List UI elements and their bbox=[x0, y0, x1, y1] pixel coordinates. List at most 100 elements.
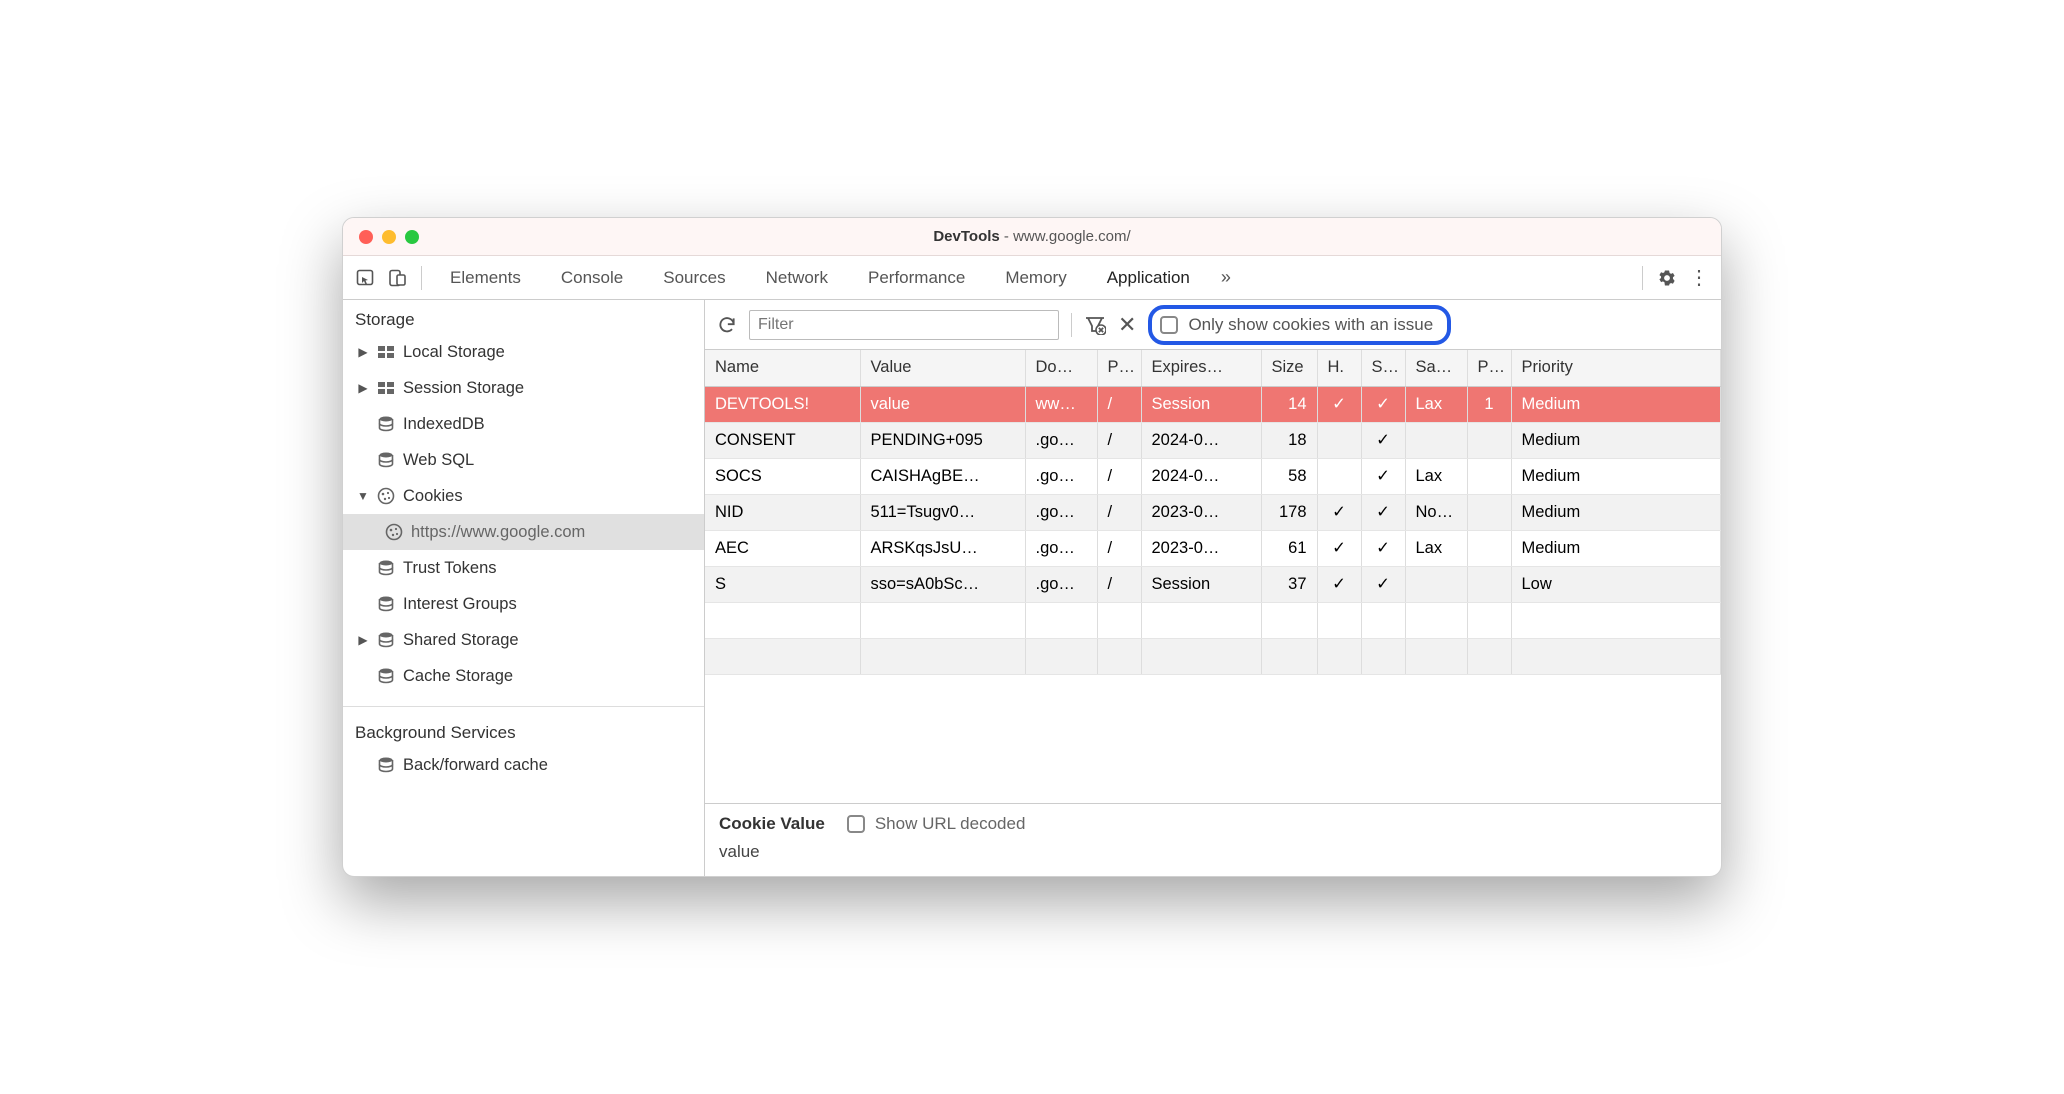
storage-item-7[interactable]: Interest Groups bbox=[343, 586, 704, 622]
close-window-button[interactable] bbox=[359, 230, 373, 244]
cell-value: CAISHAgBE… bbox=[860, 458, 1025, 494]
cell-http: ✓ bbox=[1317, 494, 1361, 530]
cell-size: 18 bbox=[1261, 422, 1317, 458]
show-decoded-checkbox[interactable] bbox=[847, 815, 865, 833]
grid-icon bbox=[375, 341, 397, 363]
table-row[interactable]: NID511=Tsugv0….go…/2023-0…178✓✓No…Medium bbox=[705, 494, 1721, 530]
cell-priority: Medium bbox=[1511, 422, 1721, 458]
cell-same: No… bbox=[1405, 494, 1467, 530]
sidebar-item-label: Session Storage bbox=[403, 379, 524, 398]
sidebar-item-label: Shared Storage bbox=[403, 631, 519, 650]
cell-value: ARSKqsJsU… bbox=[860, 530, 1025, 566]
column-header[interactable]: Expires… bbox=[1141, 350, 1261, 386]
cell-value: sso=sA0bSc… bbox=[860, 566, 1025, 602]
sidebar-item-label: Back/forward cache bbox=[403, 756, 548, 775]
cookies-table: NameValueDo…P…Expires…SizeH.S…Sa…P…Prior… bbox=[705, 350, 1721, 675]
storage-item-1[interactable]: ▶ Session Storage bbox=[343, 370, 704, 406]
refresh-icon[interactable] bbox=[717, 315, 737, 335]
more-tabs-icon[interactable]: » bbox=[1212, 264, 1240, 292]
tab-sources[interactable]: Sources bbox=[645, 256, 743, 299]
storage-item-3[interactable]: Web SQL bbox=[343, 442, 704, 478]
tab-elements[interactable]: Elements bbox=[432, 256, 539, 299]
column-header[interactable]: Priority bbox=[1511, 350, 1721, 386]
cell-same: Lax bbox=[1405, 458, 1467, 494]
storage-item-2[interactable]: IndexedDB bbox=[343, 406, 704, 442]
storage-item-8[interactable]: ▶Shared Storage bbox=[343, 622, 704, 658]
cell-name: NID bbox=[705, 494, 860, 530]
more-menu-icon[interactable]: ⋮ bbox=[1685, 264, 1713, 292]
cell-secure: ✓ bbox=[1361, 494, 1405, 530]
devtools-window: DevTools - www.google.com/ ElementsConso… bbox=[342, 217, 1722, 877]
storage-item-0[interactable]: ▶Local Storage bbox=[343, 334, 704, 370]
column-header[interactable]: Name bbox=[705, 350, 860, 386]
maximize-window-button[interactable] bbox=[405, 230, 419, 244]
table-row[interactable]: AECARSKqsJsU….go…/2023-0…61✓✓LaxMedium bbox=[705, 530, 1721, 566]
cell-path: / bbox=[1097, 458, 1141, 494]
cell-same: Lax bbox=[1405, 386, 1467, 422]
cell-expires: 2023-0… bbox=[1141, 530, 1261, 566]
settings-icon[interactable] bbox=[1653, 264, 1681, 292]
cell-same bbox=[1405, 566, 1467, 602]
tab-application[interactable]: Application bbox=[1089, 256, 1208, 299]
column-header[interactable]: Do… bbox=[1025, 350, 1097, 386]
column-header[interactable]: P… bbox=[1467, 350, 1511, 386]
cell-size: 14 bbox=[1261, 386, 1317, 422]
cell-name: AEC bbox=[705, 530, 860, 566]
cookie-icon bbox=[383, 521, 405, 543]
cell-expires: Session bbox=[1141, 566, 1261, 602]
show-decoded-label: Show URL decoded bbox=[875, 814, 1026, 834]
table-row[interactable]: Ssso=sA0bSc….go…/Session37✓✓Low bbox=[705, 566, 1721, 602]
cookies-table-wrap[interactable]: NameValueDo…P…Expires…SizeH.S…Sa…P…Prior… bbox=[705, 350, 1721, 803]
table-row[interactable]: DEVTOOLS!valueww…/Session14✓✓Lax1Medium bbox=[705, 386, 1721, 422]
column-header[interactable]: P… bbox=[1097, 350, 1141, 386]
cell-domain: .go… bbox=[1025, 494, 1097, 530]
sidebar-item-label: Web SQL bbox=[403, 451, 474, 470]
cell-http bbox=[1317, 458, 1361, 494]
cell-expires: Session bbox=[1141, 386, 1261, 422]
cell-size: 61 bbox=[1261, 530, 1317, 566]
cell-secure: ✓ bbox=[1361, 422, 1405, 458]
tab-memory[interactable]: Memory bbox=[987, 256, 1084, 299]
storage-item-5[interactable]: https://www.google.com bbox=[343, 514, 704, 550]
minimize-window-button[interactable] bbox=[382, 230, 396, 244]
table-row[interactable]: CONSENTPENDING+095.go…/2024-0…18✓Medium bbox=[705, 422, 1721, 458]
only-issues-filter[interactable]: Only show cookies with an issue bbox=[1148, 305, 1451, 345]
column-header[interactable]: S… bbox=[1361, 350, 1405, 386]
sidebar-section-storage: Storage bbox=[343, 300, 704, 334]
db-icon bbox=[375, 413, 397, 435]
column-header[interactable]: Size bbox=[1261, 350, 1317, 386]
sidebar-item-label: Cache Storage bbox=[403, 667, 513, 686]
device-toggle-icon[interactable] bbox=[383, 264, 411, 292]
cell-path: / bbox=[1097, 494, 1141, 530]
db-icon bbox=[375, 557, 397, 579]
cell-expires: 2024-0… bbox=[1141, 458, 1261, 494]
bg-item-0[interactable]: Back/forward cache bbox=[343, 747, 704, 783]
column-header[interactable]: Sa… bbox=[1405, 350, 1467, 386]
table-row[interactable]: SOCSCAISHAgBE….go…/2024-0…58✓LaxMedium bbox=[705, 458, 1721, 494]
db-icon bbox=[375, 754, 397, 776]
tab-performance[interactable]: Performance bbox=[850, 256, 983, 299]
column-header[interactable]: Value bbox=[860, 350, 1025, 386]
cell-http: ✓ bbox=[1317, 530, 1361, 566]
clear-all-icon[interactable]: ✕ bbox=[1118, 312, 1136, 338]
filter-input[interactable] bbox=[749, 310, 1059, 340]
cell-priority: Medium bbox=[1511, 386, 1721, 422]
cell-domain: .go… bbox=[1025, 566, 1097, 602]
storage-item-9[interactable]: Cache Storage bbox=[343, 658, 704, 694]
expand-arrow-icon: ▶ bbox=[357, 381, 369, 395]
cell-value: value bbox=[860, 386, 1025, 422]
cell-size: 37 bbox=[1261, 566, 1317, 602]
clear-filter-icon[interactable] bbox=[1084, 315, 1106, 335]
tab-network[interactable]: Network bbox=[748, 256, 846, 299]
table-row-empty bbox=[705, 602, 1721, 638]
storage-item-6[interactable]: Trust Tokens bbox=[343, 550, 704, 586]
cell-same bbox=[1405, 422, 1467, 458]
storage-item-4[interactable]: ▼Cookies bbox=[343, 478, 704, 514]
only-issues-checkbox[interactable] bbox=[1160, 316, 1178, 334]
cell-expires: 2024-0… bbox=[1141, 422, 1261, 458]
column-header[interactable]: H. bbox=[1317, 350, 1361, 386]
cell-name: S bbox=[705, 566, 860, 602]
inspect-icon[interactable] bbox=[351, 264, 379, 292]
cell-pk bbox=[1467, 494, 1511, 530]
tab-console[interactable]: Console bbox=[543, 256, 641, 299]
